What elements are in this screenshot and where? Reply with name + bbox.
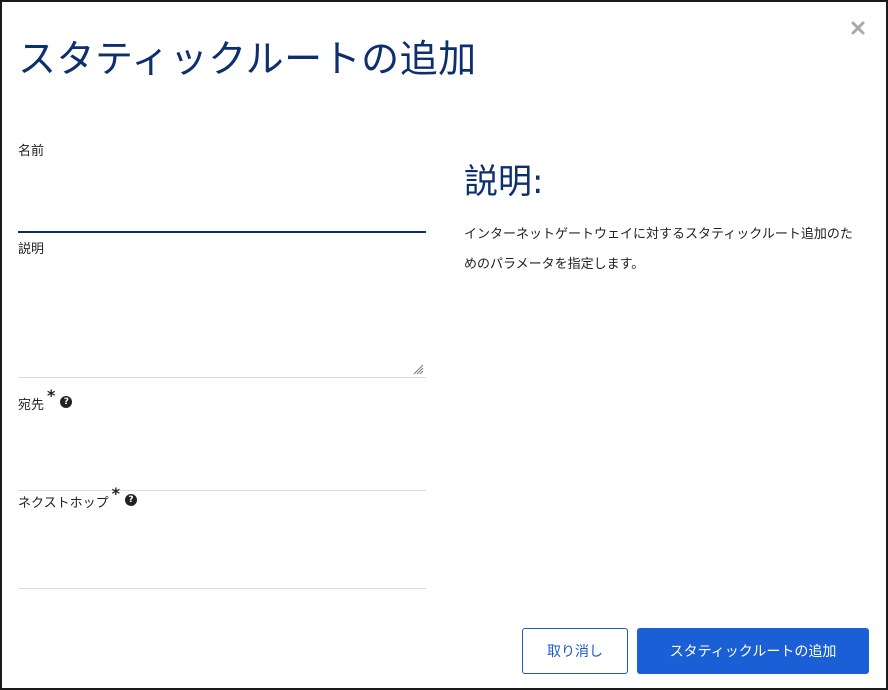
resize-handle-icon[interactable] xyxy=(412,363,424,375)
help-body: インターネットゲートウェイに対するスタティックルート追加のためのパラメータを指定… xyxy=(464,227,853,272)
destination-label: 宛先 * ? xyxy=(18,386,426,413)
destination-field-group: 宛先 * ? xyxy=(18,386,426,491)
question-circle-icon[interactable]: ? xyxy=(60,396,73,408)
close-icon[interactable] xyxy=(848,18,868,38)
name-field-group: 名前 xyxy=(18,140,426,233)
question-circle-icon[interactable]: ? xyxy=(125,494,137,506)
required-asterisk: * xyxy=(47,386,56,405)
description-field-group: 説明 xyxy=(18,238,430,381)
description-textarea-wrap xyxy=(18,265,430,381)
help-heading: 説明: xyxy=(464,162,544,202)
cancel-button[interactable]: 取り消し xyxy=(522,628,628,674)
add-static-route-dialog: スタティックルートの追加 名前 説明 宛先 * ? ネクストホップ * ? 説明… xyxy=(0,0,888,690)
destination-input[interactable] xyxy=(18,441,426,491)
name-input[interactable] xyxy=(18,181,426,233)
next-hop-input[interactable] xyxy=(18,539,426,589)
name-label: 名前 xyxy=(18,144,45,159)
next-hop-label: ネクストホップ * ? xyxy=(18,484,426,511)
next-hop-field-group: ネクストホップ * ? xyxy=(18,484,426,589)
description-textarea[interactable] xyxy=(18,265,430,381)
description-label: 説明 xyxy=(18,242,45,257)
help-panel: 説明: インターネットゲートウェイに対するスタティックルート追加のためのパラメー… xyxy=(464,162,864,280)
dialog-title: スタティックルートの追加 xyxy=(18,37,477,81)
required-asterisk: * xyxy=(111,484,120,503)
add-static-route-button[interactable]: スタティックルートの追加 xyxy=(637,628,869,674)
